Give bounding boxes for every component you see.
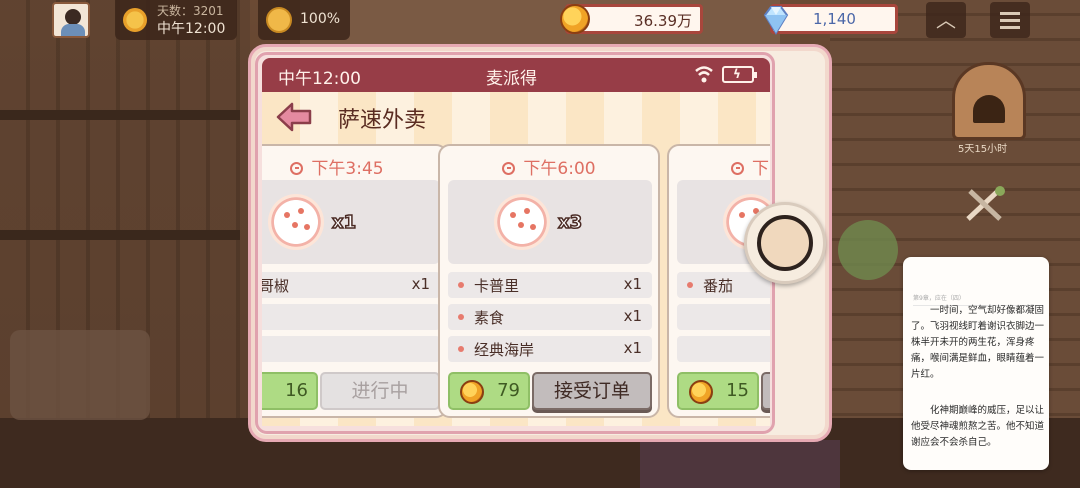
order-time: 下 (669, 154, 770, 179)
accept-order-button[interactable]: 接受订单 (532, 372, 652, 410)
coin-balance[interactable]: 36.39万 (560, 4, 703, 34)
clock-icon (502, 162, 516, 175)
avatar-body (61, 24, 85, 36)
bullet-dot (458, 282, 464, 288)
bullet-dot (687, 282, 693, 288)
order-card[interactable]: 下午3:45 x1 西哥椒 x1 16 进行中 (262, 144, 448, 418)
day-counter: 天数：3201 (157, 4, 224, 18)
pizza-icon (268, 194, 324, 250)
avatar-head (65, 9, 81, 25)
order-time-text: 下 (752, 159, 769, 179)
page-title: 萨速外卖 (338, 108, 427, 133)
ingredient-row: 西哥椒 x1 (262, 272, 440, 298)
clock-icon (731, 162, 744, 175)
typewriter-decor (10, 330, 150, 420)
plant-decor (838, 220, 898, 280)
wifi-icon (695, 66, 713, 83)
reward-amount: 16 (285, 380, 308, 401)
ingredient-name: 番茄 (703, 277, 734, 295)
pizza-display: x1 (262, 180, 440, 264)
back-arrow-icon[interactable] (274, 100, 314, 134)
ingredient-qty: x1 (623, 339, 642, 357)
status-time: 中午12:00 (278, 69, 361, 89)
ingredient-row: 素食 x1 (448, 304, 652, 330)
order-reward: 15 (677, 372, 759, 410)
reading-overlay[interactable]: 第9章，应在（四） 一时间，空气却好像都凝固了。飞羽视线盯着谢识衣脚边一株半开未… (903, 257, 1049, 470)
game-clock: 中午12:00 (157, 21, 226, 37)
phone-status-bar: 中午12:00 麦派得 ϟ (262, 58, 770, 92)
oven-mouth (973, 95, 1005, 123)
ingredient-row (677, 304, 770, 330)
hamburger-icon (1000, 12, 1020, 15)
bullet-dot (458, 346, 464, 352)
bullet-dot (458, 314, 464, 320)
order-card[interactable]: 下 番茄 15 (667, 144, 770, 418)
ingredient-row (262, 336, 440, 362)
reward-amount: 79 (497, 380, 520, 401)
order-time: 下午3:45 (262, 154, 446, 179)
collapse-up-button[interactable]: ︿ (926, 2, 966, 38)
ingredient-qty: x1 (623, 307, 642, 325)
clock-icon (290, 162, 304, 175)
top-window (300, 0, 780, 48)
oven-building[interactable] (952, 62, 1026, 140)
ingredient-row: 卡普里 x1 (448, 272, 652, 298)
sun-icon (123, 8, 147, 32)
mood-panel: 100% (258, 0, 350, 40)
in-progress-button[interactable]: 进行中 (320, 372, 440, 410)
novel-paragraph: 一时间，空气却好像都凝固了。飞羽视线盯着谢识衣脚边一株半开未开的两生花，浑身疼痛… (911, 305, 1045, 380)
novel-paragraph: 化神期巅峰的威压，足以让他受尽神魂煎熬之苦。他不知道谢应会不会杀自己。 (911, 405, 1045, 448)
ingredient-name: 经典海岸 (474, 341, 535, 359)
accept-order-button[interactable] (761, 372, 770, 410)
order-time: 下午6:00 (440, 154, 658, 179)
order-time-text: 下午3:45 (311, 159, 384, 179)
hamburger-icon (1000, 19, 1020, 22)
oven-timer: 5天15小时 (958, 144, 1008, 155)
day-time-panel: 天数：3201 中午12:00 (115, 0, 237, 40)
battery-charging-icon: ϟ (722, 66, 757, 83)
hamburger-icon (1000, 26, 1020, 29)
coin-amount: 36.39万 (634, 12, 692, 30)
delivery-app-screen: 萨速外卖 下午3:45 x1 西哥椒 x1 16 进行中 下午6:00 (262, 92, 770, 426)
circle-icon (757, 215, 813, 271)
reward-amount: 15 (726, 380, 749, 401)
ingredient-name: 卡普里 (474, 277, 520, 295)
player-avatar[interactable] (52, 2, 90, 38)
coin-icon (460, 380, 484, 404)
pizza-quantity: x1 (331, 211, 357, 234)
shelf (0, 110, 240, 120)
gem-amount: 1,140 (813, 10, 856, 28)
coin-icon (689, 380, 713, 404)
ingredient-row: 番茄 (677, 272, 770, 298)
order-reward: 16 (262, 372, 318, 410)
pizza-quantity: x3 (557, 211, 583, 234)
gem-balance[interactable]: 1,140 (763, 4, 898, 35)
order-time-text: 下午6:00 (523, 159, 596, 179)
rug-decor (640, 440, 840, 488)
pizza-display: x3 (448, 180, 652, 264)
pizza-icon (494, 194, 550, 250)
ingredient-row (677, 336, 770, 362)
ingredient-name: 西哥椒 (262, 277, 290, 295)
menu-button[interactable] (990, 2, 1030, 38)
order-card[interactable]: 下午6:00 x3 卡普里 x1 素食 x1 经典海岸 x1 79 接受订单 (438, 144, 660, 418)
ingredient-name: 素食 (474, 309, 505, 327)
crafting-tools-icon[interactable] (960, 185, 1010, 225)
chevron-up-icon: ︿ (936, 8, 956, 32)
ingredient-row (262, 304, 440, 330)
shelf (0, 230, 240, 240)
app-name: 麦派得 (486, 69, 537, 89)
floating-round-button[interactable] (744, 202, 826, 284)
smile-face-icon (266, 7, 292, 33)
app-header: 萨速外卖 (262, 92, 770, 142)
coin-icon (560, 4, 590, 34)
ingredient-qty: x1 (411, 275, 430, 293)
diamond-icon (763, 6, 789, 35)
ingredient-qty: x1 (623, 275, 642, 293)
mood-percent: 100% (300, 11, 341, 27)
order-reward: 79 (448, 372, 530, 410)
ingredient-row: 经典海岸 x1 (448, 336, 652, 362)
